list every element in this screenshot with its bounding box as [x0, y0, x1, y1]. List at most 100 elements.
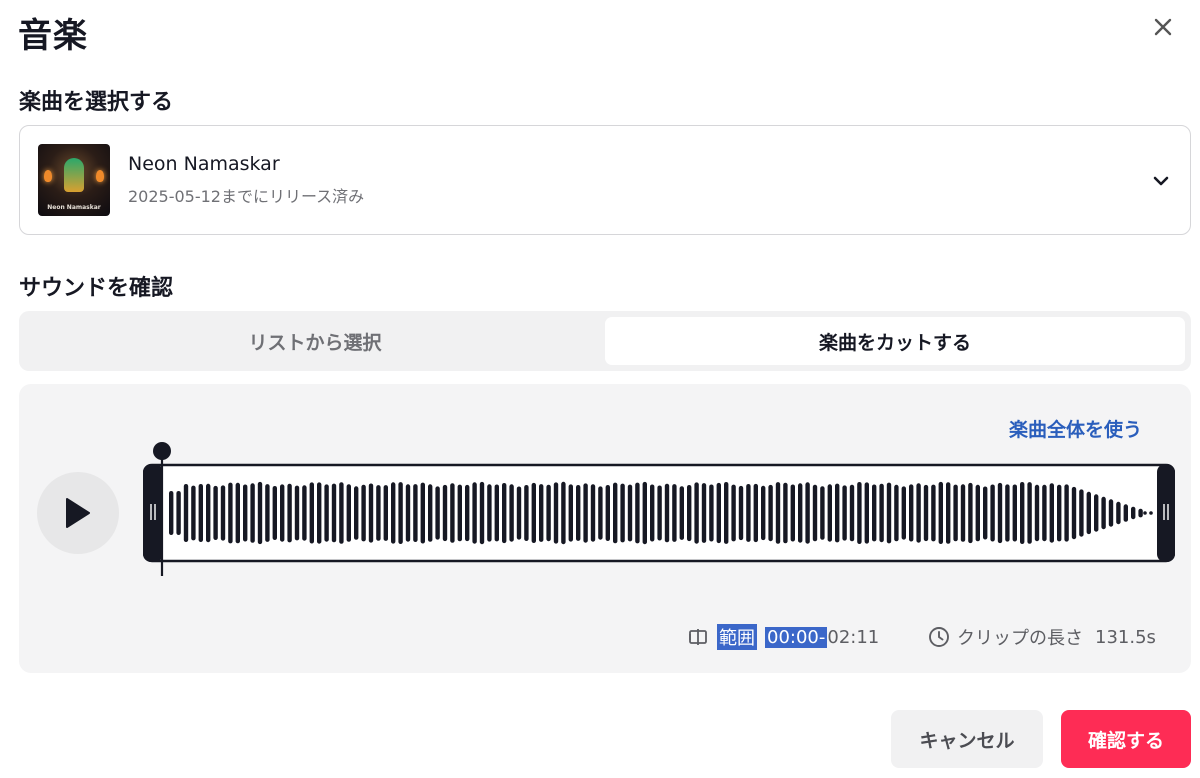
waveform-bar: [1138, 508, 1143, 518]
tab-select-from-list[interactable]: リストから選択: [25, 317, 605, 365]
waveform-bar: [805, 482, 810, 544]
range-start: 00:00-: [765, 626, 828, 648]
waveform-bar: [294, 485, 300, 541]
waveform-bar: [812, 484, 818, 542]
trim-handle-left[interactable]: [143, 464, 163, 562]
waveform-bar: [442, 484, 448, 542]
waveform-bar: [650, 484, 655, 542]
waveform-bar: [428, 484, 433, 542]
waveform-bar: [302, 485, 307, 541]
waveform-bar: [783, 482, 788, 544]
waveform-bar: [642, 481, 647, 545]
waveform-bar: [820, 486, 825, 540]
waveform-bar: [672, 484, 677, 542]
waveform-bar: [450, 483, 455, 543]
waveform-bar: [590, 484, 596, 542]
track-cover-image: Neon Namaskar: [38, 144, 110, 216]
waveform-bar: [539, 484, 544, 542]
waveform-bar: [946, 482, 951, 544]
waveform-bar: [798, 483, 803, 543]
waveform-bar: [761, 485, 766, 541]
waveform-bar: [1143, 511, 1147, 515]
waveform-bar: [1049, 483, 1054, 543]
waveform-bar: [235, 482, 240, 544]
waveform-bar: [309, 482, 314, 544]
waveform-bar: [169, 491, 174, 535]
waveform-bar: [561, 481, 566, 545]
waveform-bar: [975, 484, 980, 542]
waveform-bar: [250, 483, 255, 543]
range-end: 02:11: [827, 626, 880, 648]
cancel-button[interactable]: キャンセル: [891, 710, 1043, 768]
cover-caption: Neon Namaskar: [47, 204, 101, 211]
waveform-bar: [738, 485, 744, 541]
waveform-bar: [835, 483, 840, 543]
waveform-bar: [864, 482, 869, 544]
track-name: Neon Namaskar: [128, 153, 280, 175]
waveform-bar: [324, 484, 329, 542]
waveform-bar: [872, 484, 877, 542]
close-icon: [1154, 18, 1172, 36]
waveform-bar: [775, 482, 781, 544]
dialog-title: 音楽: [18, 16, 88, 56]
waveform-bar: [960, 484, 966, 542]
play-button[interactable]: [37, 472, 119, 554]
waveform-bar: [790, 484, 795, 542]
waveform-bar: [346, 484, 351, 542]
waveform-bar: [465, 484, 470, 542]
waveform-bar: [664, 483, 670, 543]
clock-icon: [929, 627, 949, 647]
waveform-bar: [420, 482, 425, 544]
waveform-bar: [228, 482, 233, 544]
waveform-bar: [849, 484, 855, 542]
trim-editor: 楽曲全体を使う 範囲 00:00- 02:11 クリップの長さ 131.5s: [19, 384, 1191, 673]
waveform-bar: [1034, 484, 1040, 542]
waveform-bar: [857, 482, 862, 544]
waveform-bar: [1149, 511, 1153, 515]
waveform-bar: [398, 482, 403, 544]
chevron-down-icon[interactable]: [1148, 168, 1174, 194]
play-icon: [66, 498, 90, 528]
waveform-bar: [1071, 486, 1077, 540]
waveform-bar: [842, 485, 847, 541]
waveform-bar: [317, 482, 322, 544]
waveform-bar: [368, 483, 374, 543]
mode-tabs: リストから選択 楽曲をカットする: [19, 311, 1191, 371]
range-icon: [689, 629, 707, 645]
waveform-bar: [331, 483, 337, 543]
waveform-bar: [435, 486, 440, 540]
playhead-knob[interactable]: [153, 442, 171, 460]
waveform-bar: [731, 484, 736, 542]
waveform-bar: [183, 484, 189, 542]
waveform-trimmer[interactable]: [143, 442, 1175, 578]
review-sound-heading: サウンドを確認: [19, 276, 174, 301]
waveform-bar: [553, 482, 559, 544]
close-button[interactable]: [1146, 10, 1180, 44]
waveform-bar: [923, 484, 929, 542]
waveform-bar: [620, 483, 625, 543]
waveform-bar: [916, 483, 921, 543]
confirm-button[interactable]: 確認する: [1061, 710, 1191, 768]
clip-length-info: クリップの長さ 131.5s: [927, 624, 1156, 650]
waveform-bar: [213, 485, 218, 540]
tab-cut-track[interactable]: 楽曲をカットする: [605, 317, 1185, 365]
waveform-bar: [716, 482, 721, 544]
waveform-bar: [694, 482, 699, 544]
waveform-bar: [1108, 499, 1114, 527]
track-selector[interactable]: Neon Namaskar Neon Namaskar 2025-05-12まで…: [19, 125, 1191, 235]
waveform-bar: [1123, 504, 1128, 522]
waveform-bar: [709, 484, 714, 542]
track-release-info: 2025-05-12までにリリース済み: [128, 187, 365, 206]
waveform-bar: [635, 482, 640, 544]
waveform-bar: [206, 483, 211, 543]
waveform-bar: [546, 484, 551, 542]
waveform-bar: [894, 484, 899, 542]
use-full-track-link[interactable]: 楽曲全体を使う: [1009, 415, 1142, 442]
waveform-bar: [990, 484, 995, 542]
select-track-heading: 楽曲を選択する: [19, 90, 174, 115]
waveform-bar: [1116, 501, 1121, 525]
waveform-bar: [265, 484, 270, 542]
waveform-bar: [524, 485, 529, 541]
trim-handle-right[interactable]: [1157, 464, 1175, 562]
waveform-bar: [568, 484, 573, 542]
